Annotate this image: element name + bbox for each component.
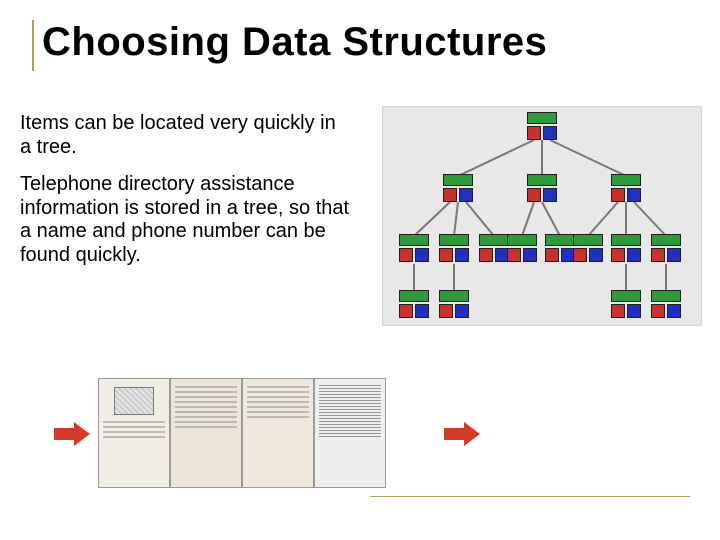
tree-node-icon [436, 234, 472, 264]
tree-diagram [382, 106, 702, 326]
tree-node-icon [440, 174, 476, 204]
document-thumbnail [242, 378, 314, 488]
tree-node-icon [648, 234, 684, 264]
red-arrow-icon [54, 422, 90, 446]
title-accent-rule [32, 20, 34, 71]
document-thumbnail [98, 378, 170, 488]
paragraph-1: Items can be located very quickly in a t… [20, 112, 350, 159]
tree-node-icon [608, 234, 644, 264]
tree-node-icon [608, 174, 644, 204]
tree-node-icon [608, 290, 644, 320]
tree-node-icon [396, 234, 432, 264]
tree-node-icon [504, 234, 540, 264]
document-thumbnail [314, 378, 386, 488]
tree-node-icon [436, 290, 472, 320]
body-copy: Items can be located very quickly in a t… [20, 112, 350, 282]
tree-node-icon [648, 290, 684, 320]
red-arrow-icon [444, 422, 480, 446]
tree-node-icon [570, 234, 606, 264]
footer-rule [370, 496, 690, 497]
tree-node-icon [396, 290, 432, 320]
paragraph-2: Telephone directory assistance informati… [20, 173, 350, 267]
tree-node-icon [524, 174, 560, 204]
document-thumbnails [98, 378, 386, 488]
tree-node-icon [524, 112, 560, 142]
slide-title: Choosing Data Structures [42, 20, 547, 65]
document-thumbnail [170, 378, 242, 488]
